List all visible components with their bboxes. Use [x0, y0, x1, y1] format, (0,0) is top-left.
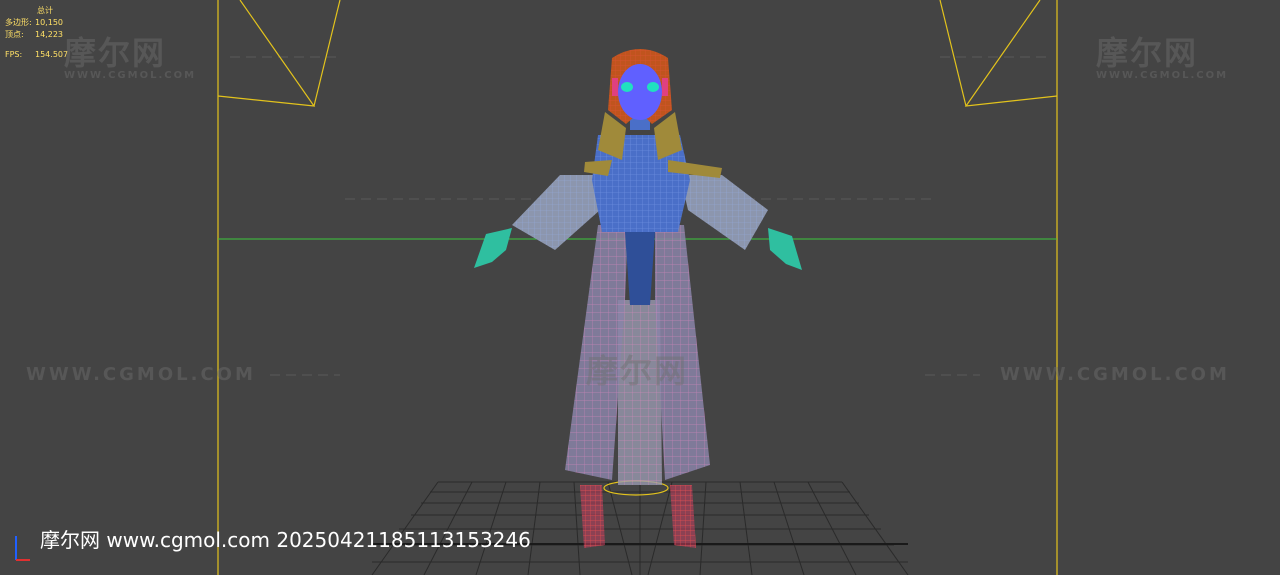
- stats-polygons: 多边形: 10,150: [5, 18, 63, 27]
- viewport-scene[interactable]: [0, 0, 1280, 575]
- stats-fps: FPS: 154.507: [5, 50, 69, 59]
- character-model[interactable]: [474, 49, 802, 548]
- axis-tripod-icon: [15, 536, 30, 561]
- footer-watermark-text: 摩尔网 www.cgmol.com 20250421185113153246: [40, 528, 531, 552]
- stats-vertices: 顶点: 14,223: [5, 30, 63, 39]
- viewport-statistics: 总计 多边形: 10,150 顶点: 14,223 FPS: 154.507: [5, 5, 68, 61]
- 3d-viewport[interactable]: 总计 多边形: 10,150 顶点: 14,223 FPS: 154.507 摩…: [0, 0, 1280, 575]
- stats-header: 总计: [37, 6, 53, 15]
